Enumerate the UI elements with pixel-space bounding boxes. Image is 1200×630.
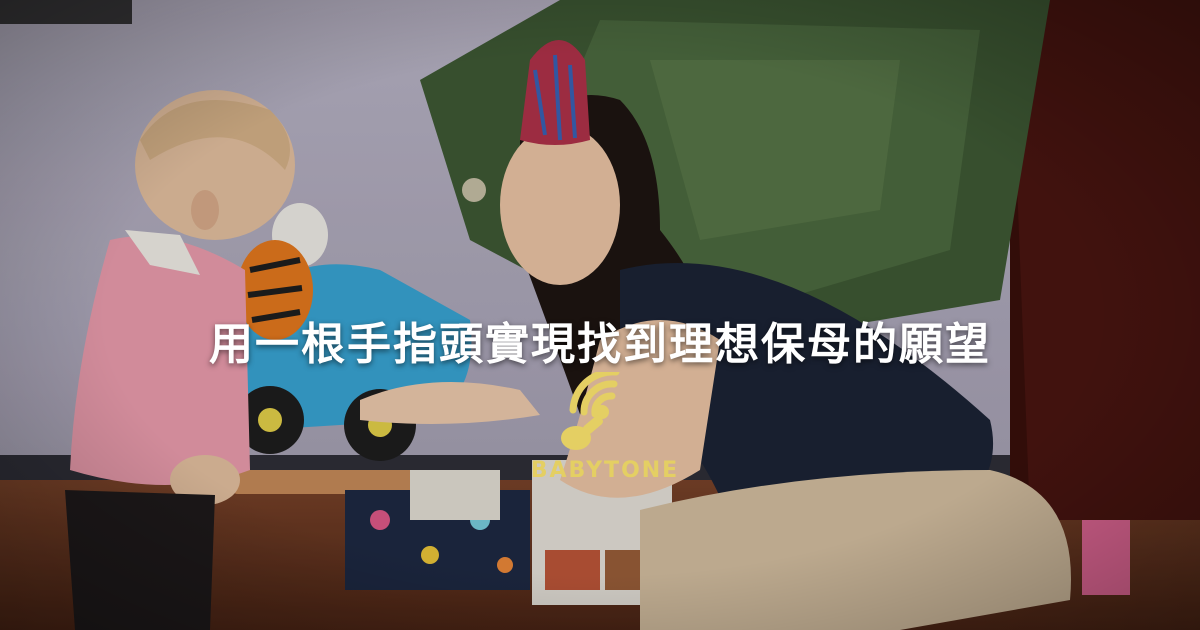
headline: 用一根手指頭實現找到理想保母的願望: [209, 319, 991, 370]
babytone-logo: BABYTONE: [520, 368, 690, 487]
wifi-pacifier-logo-icon: [561, 368, 620, 450]
logo-text: BABYTONE: [530, 458, 680, 483]
